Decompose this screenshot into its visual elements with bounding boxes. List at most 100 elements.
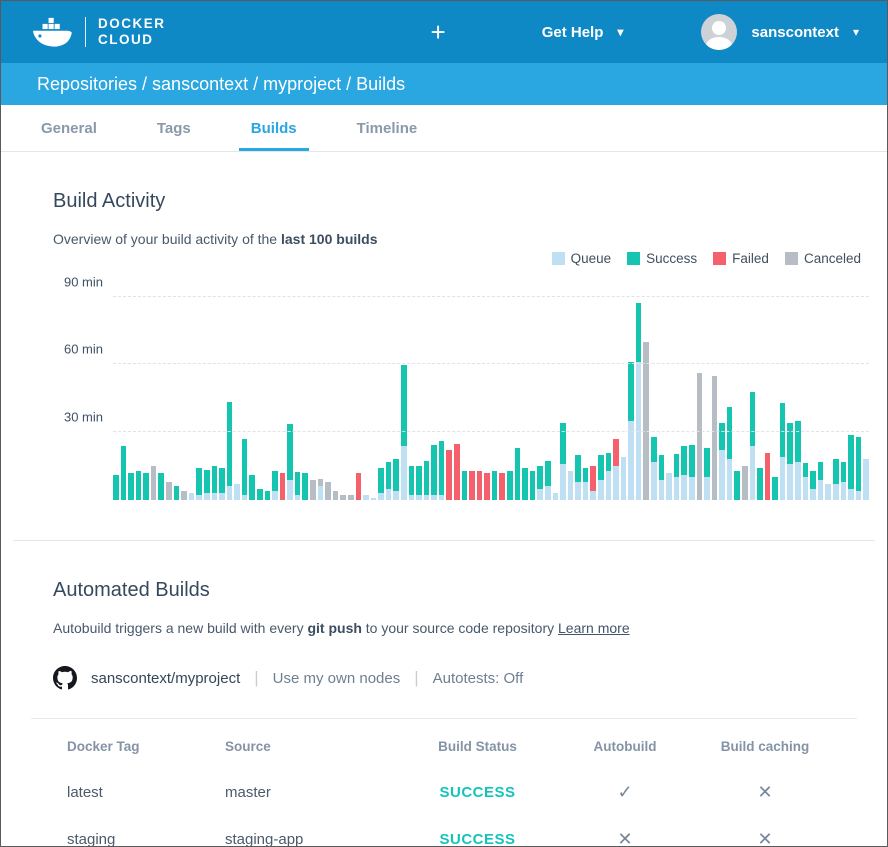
build-bar-4 — [143, 473, 149, 500]
success-segment — [545, 461, 551, 486]
build-bar-78 — [704, 448, 710, 500]
build-bar-81 — [727, 407, 733, 500]
queue-segment — [803, 477, 809, 500]
build-status-link[interactable]: SUCCESS — [390, 784, 565, 801]
build-activity-chart: 30 min60 min90 min — [57, 278, 871, 510]
queue-segment — [409, 495, 415, 500]
tab-builds[interactable]: Builds — [221, 105, 327, 151]
build-bar-51 — [499, 473, 505, 500]
tab-tags[interactable]: Tags — [127, 105, 221, 151]
docker-whale-icon — [31, 17, 73, 48]
failed-segment — [446, 450, 452, 500]
build-bar-0 — [113, 475, 119, 500]
build-caching-toggle[interactable]: ✕ — [685, 829, 845, 847]
table-row: latestmasterSUCCESS✓✕ — [31, 760, 857, 807]
docker-cloud-logo[interactable]: DOCKER CLOUD — [31, 16, 166, 47]
build-bar-52 — [507, 471, 513, 500]
autobuild-toggle[interactable]: ✓ — [565, 782, 685, 803]
success-segment — [522, 468, 528, 500]
canceled-segment — [340, 495, 346, 500]
success-segment — [424, 461, 430, 495]
queue-segment — [583, 482, 589, 500]
success-segment — [136, 471, 142, 500]
build-bar-77 — [697, 373, 703, 500]
build-bar-79 — [712, 376, 718, 500]
learn-more-link[interactable]: Learn more — [558, 620, 630, 636]
repo-name[interactable]: sanscontext/myproject — [91, 670, 240, 687]
canceled-segment — [697, 373, 703, 500]
success-segment — [583, 468, 589, 482]
tab-general[interactable]: General — [11, 105, 127, 151]
github-icon — [53, 666, 77, 690]
build-bar-89 — [787, 423, 793, 500]
build-bar-50 — [492, 471, 498, 500]
queue-segment — [242, 495, 248, 500]
queue-segment — [295, 495, 301, 500]
canceled-segment — [318, 479, 324, 486]
canceled-segment — [181, 491, 187, 500]
success-segment — [174, 486, 180, 500]
build-bar-98 — [856, 437, 862, 500]
tab-timeline[interactable]: Timeline — [327, 105, 448, 151]
canceled-segment — [348, 495, 354, 500]
build-bar-33 — [363, 495, 369, 500]
queue-segment — [841, 482, 847, 500]
column-header-build-caching: Build caching — [685, 739, 845, 754]
success-segment — [121, 446, 127, 500]
docker-cloud-page: DOCKER CLOUD + Get Help ▾ sanscontext ▾ … — [0, 0, 888, 847]
user-menu[interactable]: sanscontext ▾ — [701, 14, 859, 50]
build-bar-84 — [750, 392, 756, 500]
build-bar-54 — [522, 468, 528, 500]
queue-segment — [204, 493, 210, 500]
success-segment — [659, 455, 665, 480]
autobuild-toggle[interactable]: ✕ — [565, 829, 685, 847]
build-bar-65 — [606, 453, 612, 500]
queue-segment — [719, 450, 725, 500]
queue-segment — [727, 459, 733, 500]
legend-item-canceled: Canceled — [785, 251, 861, 266]
build-bar-40 — [416, 466, 422, 500]
build-bar-3 — [136, 471, 142, 500]
column-header-source: Source — [225, 739, 390, 754]
build-bar-9 — [181, 491, 187, 500]
y-tick-30-min: 30 min — [64, 410, 103, 425]
build-bar-25 — [302, 473, 308, 500]
queue-segment — [545, 486, 551, 500]
success-segment — [204, 470, 210, 493]
legend-item-failed: Failed — [713, 251, 769, 266]
chart-legend: QueueSuccessFailedCanceled — [1, 247, 887, 272]
build-bar-18 — [249, 475, 255, 500]
tab-bar: GeneralTagsBuildsTimeline — [1, 105, 887, 152]
success-segment — [393, 459, 399, 491]
success-segment — [833, 459, 839, 484]
autotests-status-label[interactable]: Autotests: Off — [433, 670, 524, 687]
build-caching-toggle[interactable]: ✕ — [685, 782, 845, 803]
build-bar-96 — [841, 462, 847, 500]
failed-segment — [356, 473, 362, 500]
get-help-menu[interactable]: Get Help ▾ — [542, 24, 624, 41]
docker-tag-cell: latest — [67, 784, 225, 801]
build-status-link[interactable]: SUCCESS — [390, 831, 565, 847]
breadcrumb[interactable]: Repositories / sanscontext / myproject /… — [1, 63, 887, 105]
build-bar-48 — [477, 471, 483, 500]
success-segment — [560, 423, 566, 464]
build-bar-72 — [659, 455, 665, 500]
build-bar-85 — [757, 468, 763, 500]
success-segment — [143, 473, 149, 500]
build-bar-67 — [621, 457, 627, 500]
canceled-segment — [333, 491, 339, 500]
y-tick-90-min: 90 min — [64, 274, 103, 289]
build-bar-38 — [401, 365, 407, 500]
build-bar-1 — [121, 446, 127, 500]
build-bar-57 — [545, 461, 551, 500]
build-bar-66 — [613, 439, 619, 500]
queue-segment — [628, 421, 634, 500]
build-activity-title: Build Activity — [1, 152, 887, 213]
build-activity-subtitle: Overview of your build activity of the l… — [1, 213, 887, 247]
use-own-nodes-label[interactable]: Use my own nodes — [273, 670, 401, 687]
chart-y-axis: 30 min60 min90 min — [57, 278, 103, 510]
build-bar-60 — [568, 471, 574, 500]
success-segment — [810, 471, 816, 489]
build-bar-31 — [348, 495, 354, 500]
create-new-button[interactable]: + — [431, 19, 446, 45]
